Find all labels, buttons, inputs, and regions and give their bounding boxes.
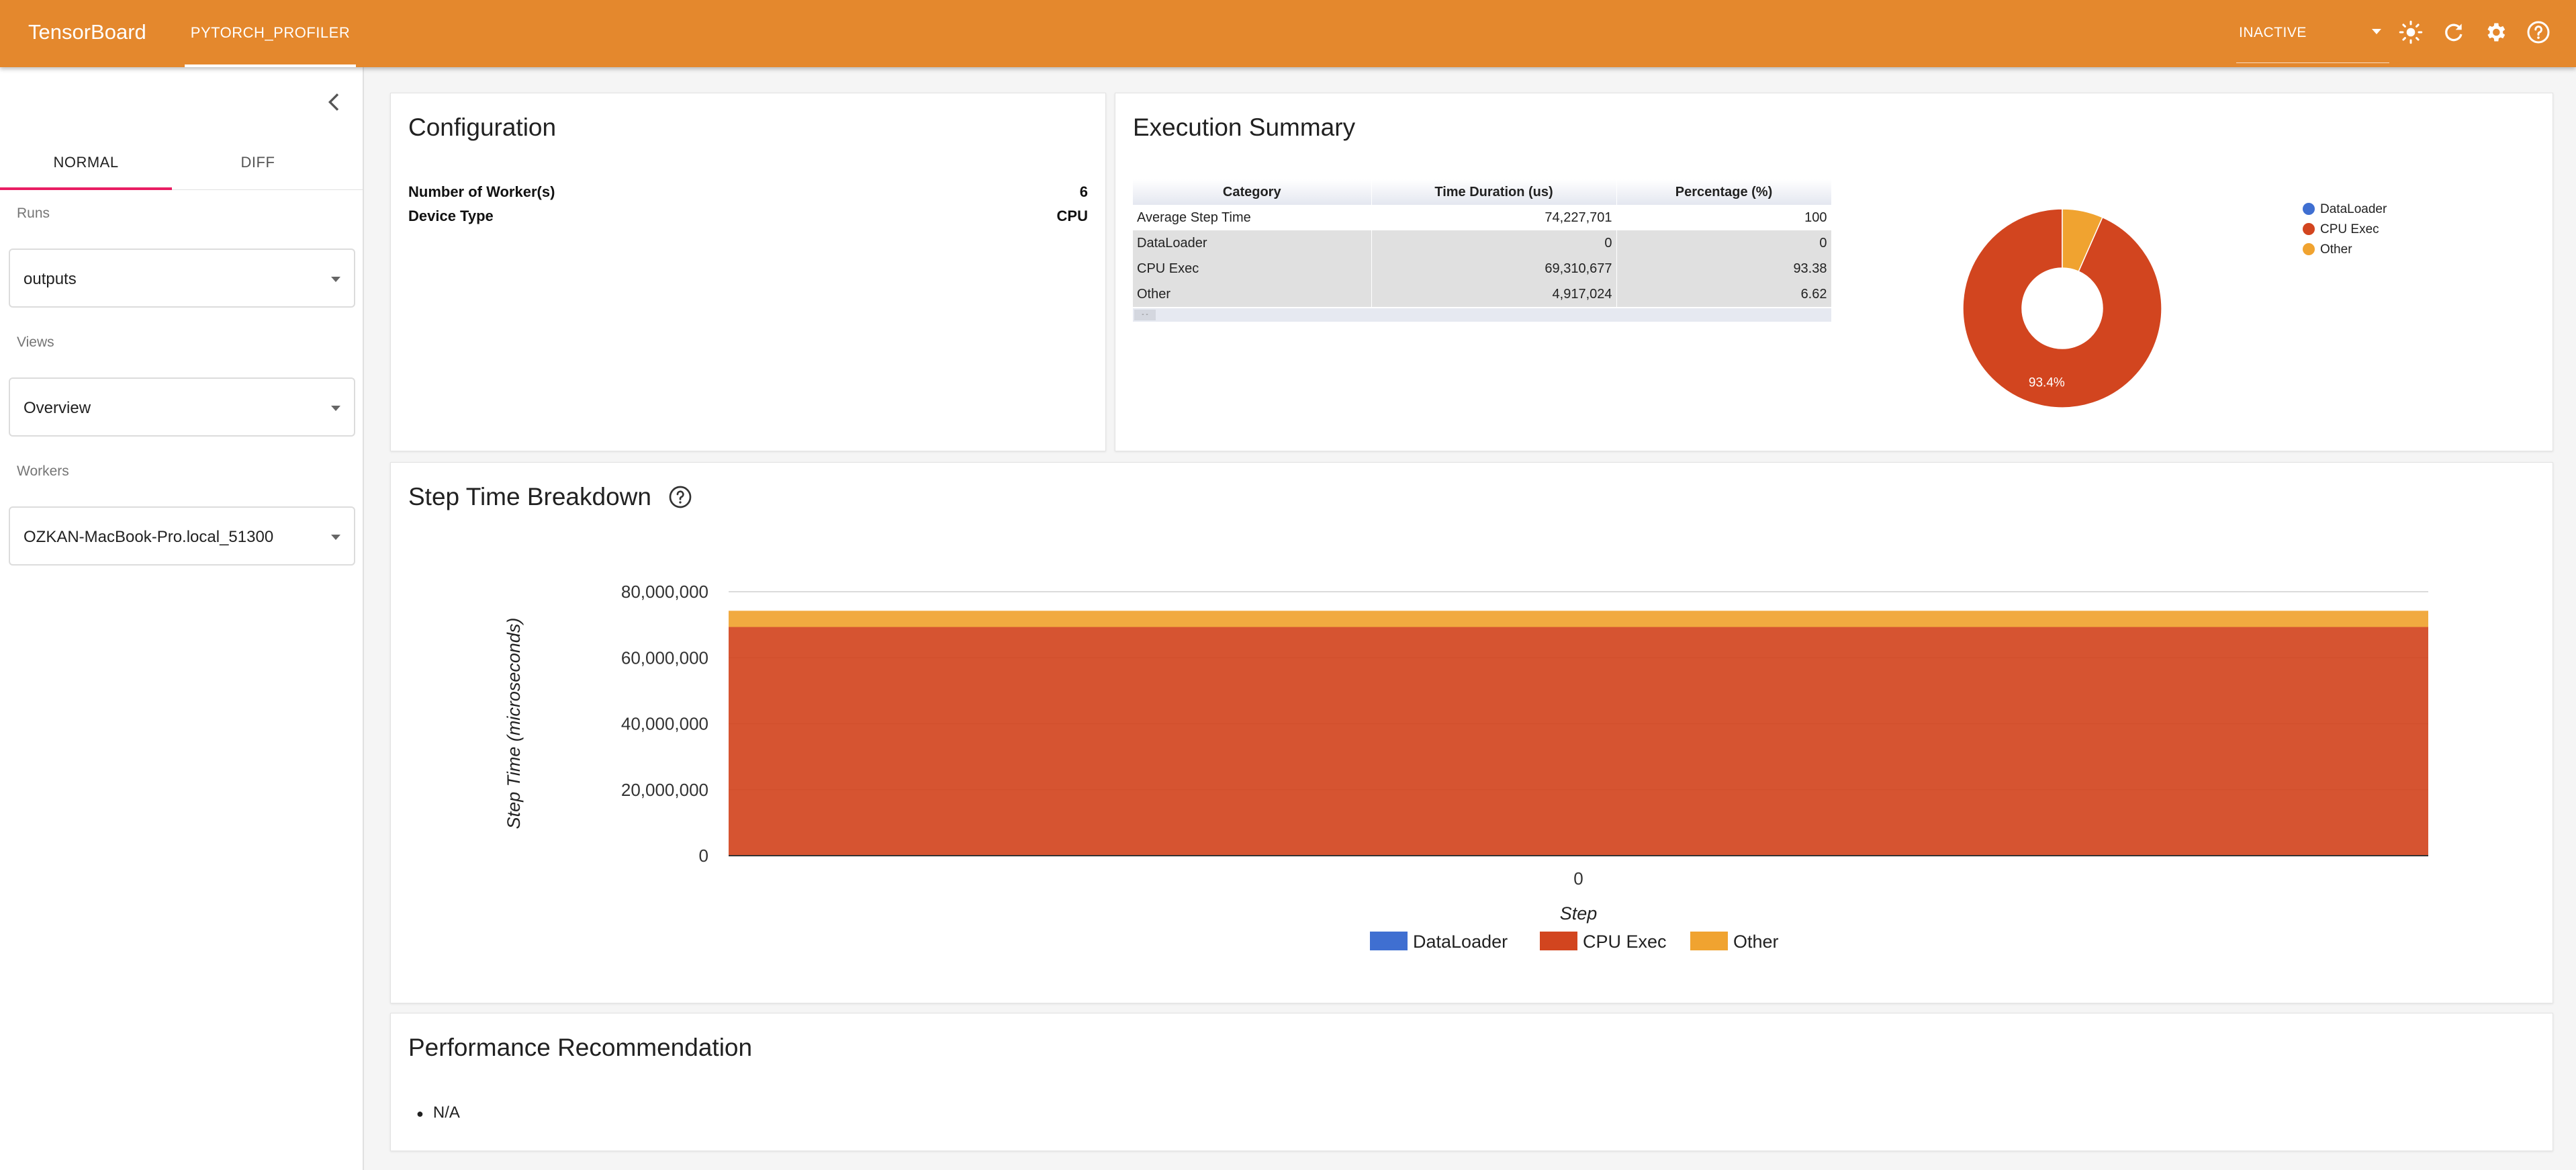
legend-label[interactable]: DataLoader	[1413, 932, 1508, 952]
table-cell: 74,227,701	[1371, 205, 1617, 230]
column-header[interactable]: Percentage (%)	[1616, 179, 1832, 205]
area-other[interactable]	[729, 611, 2428, 627]
top-app-bar: TensorBoard PYTORCH_PROFILER INACTIVE	[0, 0, 2576, 67]
table-cell: Average Step Time	[1133, 205, 1372, 230]
legend-swatch	[2303, 203, 2315, 215]
table-header-row: Category Time Duration (us) Percentage (…	[1133, 179, 1832, 205]
help-icon[interactable]	[2526, 20, 2550, 44]
area-cpu-exec[interactable]	[729, 627, 2428, 856]
execution-summary-title: Execution Summary	[1133, 114, 1356, 141]
table-cell: 0	[1371, 230, 1617, 256]
configuration-title: Configuration	[408, 114, 557, 141]
settings-gear-icon[interactable]	[2483, 20, 2508, 44]
table-cell: 4,917,024	[1371, 281, 1617, 307]
workers-select[interactable]: OZKAN-MacBook-Pro.local_51300	[9, 506, 355, 566]
table-pager: - -	[1133, 308, 1831, 322]
runs-select[interactable]: outputs	[9, 249, 355, 308]
chevron-down-icon	[331, 277, 340, 282]
legend-swatch	[2303, 223, 2315, 235]
config-row-workers: Number of Worker(s) 6	[408, 183, 1088, 201]
y-tick-label: 40,000,000	[621, 714, 708, 734]
pager-control[interactable]: - -	[1134, 310, 1156, 320]
config-value: 6	[1079, 183, 1088, 200]
table-cell: 6.62	[1616, 281, 1832, 307]
pie-legend-item[interactable]: Other	[2303, 242, 2352, 257]
step-time-breakdown-card: Step Time Breakdown 0 20,000,000 40,000,00…	[390, 462, 2553, 1003]
chevron-down-icon	[331, 535, 340, 540]
legend-swatch	[1540, 932, 1577, 950]
category-pie-chart: 93.4%	[1962, 208, 2162, 408]
config-label: Device Type	[408, 208, 494, 224]
legend-label[interactable]: Other	[1733, 932, 1779, 952]
y-tick-label: 0	[699, 846, 708, 866]
column-header[interactable]: Category	[1133, 179, 1372, 205]
performance-recommendation-card: Performance Recommendation ● N/A	[390, 1013, 2553, 1151]
table-cell: CPU Exec	[1133, 256, 1372, 281]
legend-label: DataLoader	[2320, 202, 2387, 216]
legend-label: Other	[2320, 242, 2352, 257]
recommendation-text: N/A	[432, 1104, 460, 1122]
x-tick-label: 0	[1573, 868, 1583, 889]
table-row: CPU Exec 69,310,677 93.38	[1133, 256, 1832, 281]
legend-label: CPU Exec	[2320, 222, 2379, 236]
legend-label[interactable]: CPU Exec	[1583, 932, 1667, 952]
y-axis-label: Step Time (microseconds)	[504, 618, 524, 829]
pie-legend-item[interactable]: CPU Exec	[2303, 222, 2379, 237]
table-cell: Other	[1133, 281, 1372, 307]
table-cell: 93.38	[1616, 256, 1832, 281]
table-cell: DataLoader	[1133, 230, 1372, 256]
table-cell: 0	[1616, 230, 1832, 256]
table-row: Average Step Time 74,227,701 100	[1133, 205, 1832, 230]
table-cell: 100	[1616, 205, 1832, 230]
table-row: DataLoader 0 0	[1133, 230, 1832, 256]
bullet: ●	[416, 1107, 424, 1120]
recommendation-item: ● N/A	[416, 1104, 460, 1122]
config-label: Number of Worker(s)	[408, 183, 555, 200]
config-value: CPU	[1056, 208, 1088, 224]
x-axis-label: Step	[1560, 903, 1598, 924]
configuration-card: Configuration Number of Worker(s) 6 Devi…	[390, 93, 1106, 451]
legend-swatch	[1370, 932, 1408, 950]
views-select-value: Overview	[24, 399, 91, 417]
inactive-select-label: INACTIVE	[2239, 25, 2307, 40]
y-tick-label: 60,000,000	[621, 647, 708, 668]
y-tick-label: 80,000,000	[621, 582, 708, 602]
column-header[interactable]: Time Duration (us)	[1371, 179, 1617, 205]
theme-toggle-sun-icon[interactable]	[2399, 20, 2423, 44]
recommendation-title: Performance Recommendation	[408, 1034, 753, 1061]
pie-slice-label: 93.4%	[2029, 376, 2065, 390]
table-row: Other 4,917,024 6.62	[1133, 281, 1832, 307]
table-cell: 69,310,677	[1371, 256, 1617, 281]
sidebar	[0, 67, 364, 1170]
workers-label: Workers	[17, 463, 69, 479]
runs-select-value: outputs	[24, 270, 77, 288]
tab-pytorch-profiler[interactable]: PYTORCH_PROFILER	[185, 0, 356, 67]
inactive-plugins-select[interactable]: INACTIVE	[2236, 19, 2389, 63]
chevron-down-icon	[331, 406, 340, 411]
mode-tabs: NORMAL DIFF	[0, 138, 363, 190]
tab-normal[interactable]: NORMAL	[0, 138, 172, 190]
y-tick-label: 20,000,000	[621, 780, 708, 800]
views-label: Views	[17, 334, 54, 350]
step-time-area-chart: 0 20,000,000 40,000,000 60,000,000 80,000,00…	[504, 582, 2428, 952]
config-row-device: Device Type CPU	[408, 208, 1088, 225]
execution-summary-table: Category Time Duration (us) Percentage (…	[1133, 179, 1832, 307]
legend-swatch	[2303, 243, 2315, 255]
views-select[interactable]: Overview	[9, 377, 355, 437]
app-brand: TensorBoard	[28, 20, 146, 44]
tab-diff[interactable]: DIFF	[172, 138, 344, 190]
reload-icon[interactable]	[2442, 20, 2466, 44]
pie-legend-item[interactable]: DataLoader	[2303, 202, 2387, 217]
workers-select-value: OZKAN-MacBook-Pro.local_51300	[24, 528, 274, 546]
collapse-sidebar-chevron-left-icon[interactable]	[321, 89, 348, 116]
runs-label: Runs	[17, 206, 50, 221]
chevron-down-icon	[2372, 29, 2381, 34]
legend-swatch	[1690, 932, 1728, 950]
execution-summary-card: Execution Summary Category Time Duration…	[1115, 93, 2553, 451]
